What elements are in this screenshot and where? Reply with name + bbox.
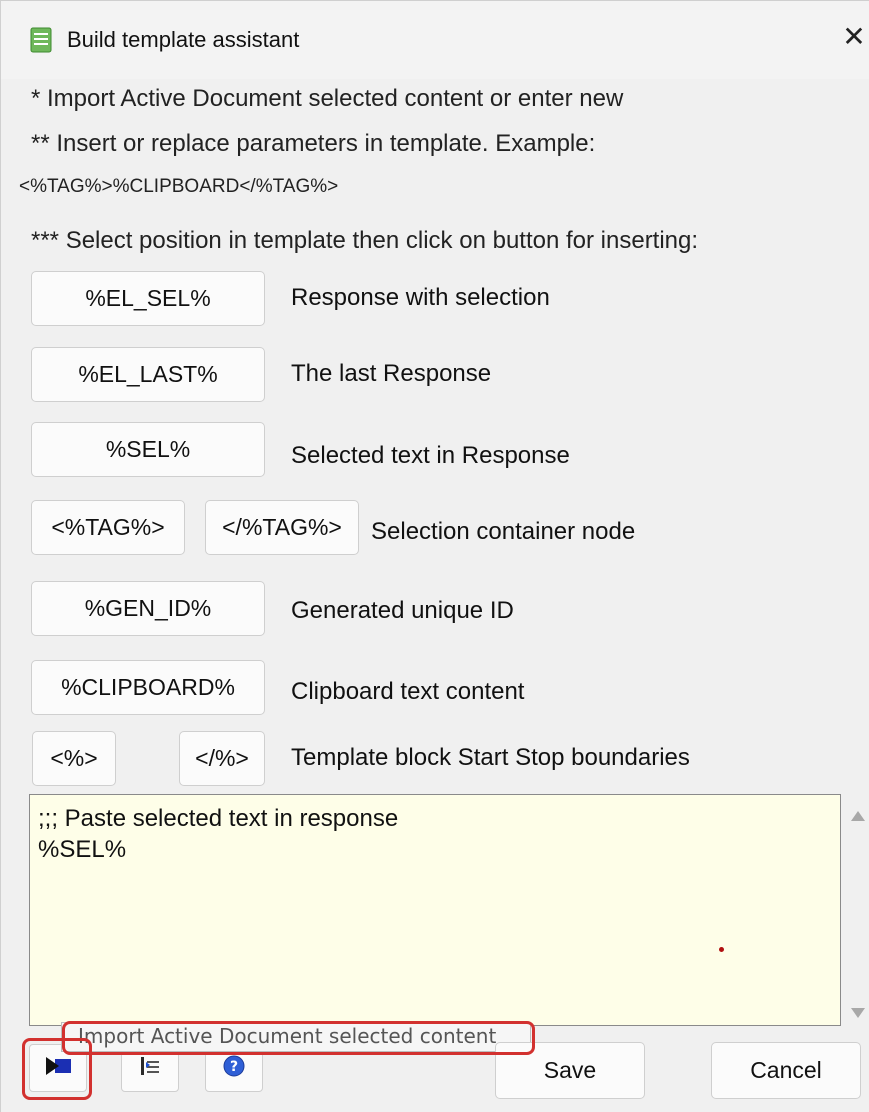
svg-text:?: ? [230,1059,238,1075]
gen-id-label: Generated unique ID [291,597,514,624]
gen-id-button[interactable]: %GEN_ID% [31,581,265,636]
cancel-button[interactable]: Cancel [711,1042,861,1099]
block-start-button[interactable]: <%> [32,731,116,786]
title-bar: Build template assistant ✕ [1,1,869,79]
tag-open-button[interactable]: <%TAG%> [31,500,185,555]
document-icon [29,27,53,53]
scroll-down-arrow-icon[interactable] [849,1004,867,1022]
template-editor[interactable]: ;;; Paste selected text in response %SEL… [29,794,841,1026]
instruction-line-1: * Import Active Document selected conten… [31,85,624,112]
editor-marker-dot [719,947,724,952]
block-boundaries-label: Template block Start Stop boundaries [291,744,690,771]
block-stop-button[interactable]: </%> [179,731,265,786]
instruction-example: <%TAG%>%CLIPBOARD</%TAG%> [19,176,339,197]
instruction-line-2: ** Insert or replace parameters in templ… [31,130,596,157]
template-assistant-dialog: Build template assistant ✕ * Import Acti… [0,0,869,1112]
import-tooltip: Import Active Document selected content [61,1022,531,1052]
el-sel-button[interactable]: %EL_SEL% [31,271,265,326]
sel-label: Selected text in Response [291,442,570,469]
help-icon: ? [222,1054,246,1083]
el-sel-label: Response with selection [291,284,550,311]
window-title: Build template assistant [67,27,300,52]
sel-button[interactable]: %SEL% [31,422,265,477]
el-last-label: The last Response [291,360,492,387]
tag-label: Selection container node [371,518,636,545]
save-button[interactable]: Save [495,1042,645,1099]
el-last-button[interactable]: %EL_LAST% [31,347,265,402]
import-arrow-icon [43,1053,73,1084]
close-icon[interactable]: ✕ [839,19,869,55]
clipboard-label: Clipboard text content [291,678,525,705]
insert-list-icon [138,1054,162,1083]
tag-close-button[interactable]: </%TAG%> [205,500,359,555]
clipboard-button[interactable]: %CLIPBOARD% [31,660,265,715]
instruction-line-3: *** Select position in template then cli… [31,227,699,254]
scroll-up-arrow-icon[interactable] [849,807,867,825]
